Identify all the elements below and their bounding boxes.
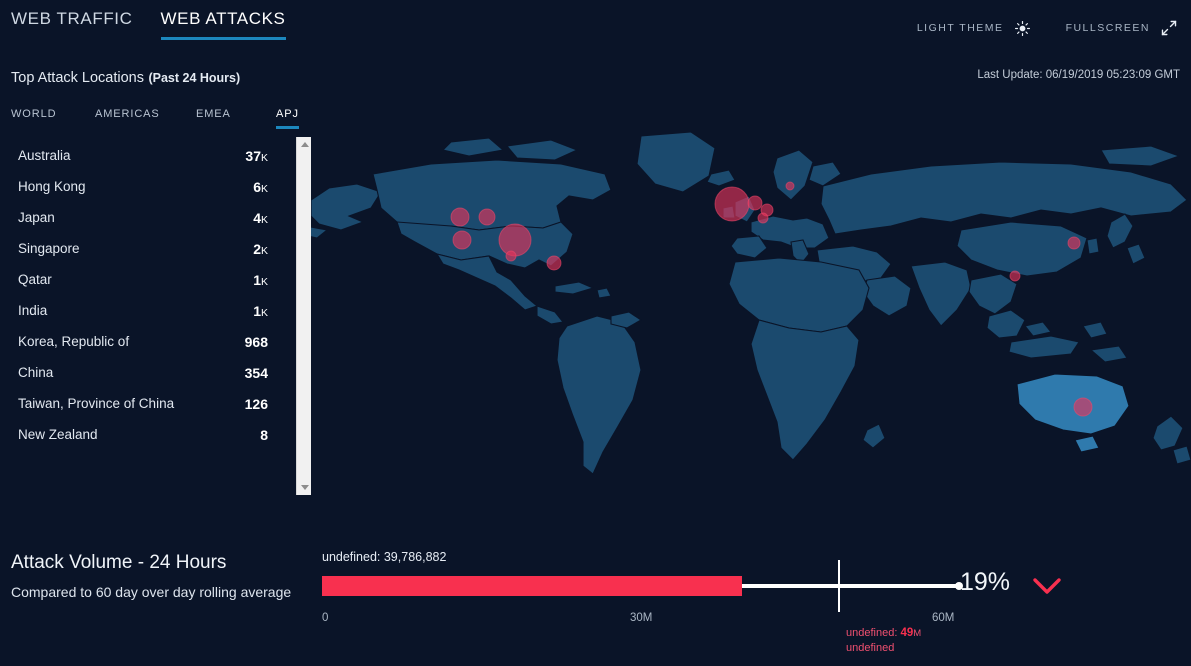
region-tab-bar: WORLD AMERICAS EMEA APJ (0, 108, 300, 134)
location-value: 8 (260, 426, 268, 443)
axis-tick-60m: 60M (932, 612, 955, 624)
fullscreen-label: FULLSCREEN (1065, 22, 1150, 34)
scrollbar-thumb[interactable] (298, 152, 311, 474)
attack-volume-chart: undefined: 39,786,882 0 30M 60M undefine… (320, 548, 1061, 654)
list-item[interactable]: Japan 4K (0, 202, 296, 233)
attack-bubble[interactable] (785, 181, 795, 191)
location-name: Qatar (18, 272, 52, 287)
last-update-text: Last Update: 06/19/2019 05:23:09 GMT (977, 69, 1180, 81)
panel-title-suffix: (Past 24 Hours) (148, 71, 241, 85)
marker-prefix: undefined: (846, 627, 901, 639)
marker-value: 49 (900, 627, 914, 639)
attack-locations-list: Australia 37K Hong Kong 6K Japan 4K Sing… (0, 140, 296, 498)
location-value: 1K (253, 302, 268, 319)
location-name: Hong Kong (18, 179, 86, 194)
list-item[interactable]: India 1K (0, 295, 296, 326)
location-value: 37K (245, 147, 268, 164)
scroll-up-arrow-icon[interactable] (297, 137, 312, 152)
marker-unit: M (913, 628, 922, 639)
region-tab-world[interactable]: WORLD (11, 108, 56, 129)
list-item[interactable]: Singapore 2K (0, 233, 296, 264)
location-name: China (18, 365, 54, 380)
attack-bubble[interactable] (1073, 397, 1093, 417)
header-controls: LIGHT THEME FULLSCREEN (881, 20, 1177, 36)
list-item[interactable]: Qatar 1K (0, 264, 296, 295)
location-value: 2K (253, 240, 268, 257)
main-tab-bar: WEB TRAFFIC WEB ATTACKS (11, 9, 314, 40)
map-svg (311, 130, 1191, 500)
world-attack-map[interactable] (311, 130, 1191, 500)
attack-bubble[interactable] (478, 208, 496, 226)
dashboard-root: WEB TRAFFIC WEB ATTACKS LIGHT THEME FULL… (0, 0, 1191, 666)
location-value: 354 (244, 364, 268, 381)
attack-volume-header: Attack Volume - 24 Hours Compared to 60 … (11, 552, 291, 600)
location-value: 968 (244, 333, 268, 350)
location-name: Singapore (18, 241, 80, 256)
attack-bubble[interactable] (1067, 236, 1081, 250)
axis-tick-0: 0 (322, 612, 329, 624)
attack-bubble[interactable] (498, 223, 532, 257)
location-name: India (18, 303, 48, 318)
app-header: WEB TRAFFIC WEB ATTACKS LIGHT THEME FULL… (0, 0, 1191, 46)
sun-icon (1014, 20, 1030, 36)
attack-bubble[interactable] (450, 207, 470, 227)
tab-web-attacks[interactable]: WEB ATTACKS (160, 9, 286, 40)
attack-bubble[interactable] (714, 186, 750, 222)
list-scrollbar[interactable] (296, 137, 311, 495)
list-item[interactable]: New Zealand 8 (0, 419, 296, 450)
location-value: 6K (253, 178, 268, 195)
location-value: 126 (244, 395, 268, 412)
attack-bubble[interactable] (747, 195, 763, 211)
chevron-down-icon (1032, 576, 1062, 601)
list-item[interactable]: Korea, Republic of 968 (0, 326, 296, 357)
attack-bubble[interactable] (546, 255, 562, 271)
axis-tick-30m: 30M (630, 612, 653, 624)
light-theme-label: LIGHT THEME (916, 22, 1004, 34)
list-item[interactable]: Australia 37K (0, 140, 296, 171)
region-tab-americas[interactable]: AMERICAS (95, 108, 160, 129)
location-value: 1K (253, 271, 268, 288)
list-item[interactable]: China 354 (0, 357, 296, 388)
attack-bubble[interactable] (1009, 270, 1021, 282)
location-name: Korea, Republic of (18, 334, 130, 349)
attack-bubble[interactable] (452, 230, 472, 250)
volume-value-label: undefined: 39,786,882 (322, 550, 447, 564)
volume-reference-marker-line (838, 560, 840, 612)
volume-marker-note: undefined: 49M undefined (846, 626, 921, 656)
location-name: New Zealand (18, 427, 98, 442)
light-theme-toggle[interactable]: LIGHT THEME (916, 20, 1030, 36)
location-name: Australia (18, 148, 71, 163)
scroll-down-arrow-icon[interactable] (297, 480, 312, 495)
volume-bar-fill (322, 576, 742, 596)
attack-volume-title: Attack Volume - 24 Hours (11, 552, 227, 573)
attack-bubble[interactable] (757, 212, 769, 224)
attack-bubble[interactable] (505, 250, 517, 262)
list-item[interactable]: Taiwan, Province of China 126 (0, 388, 296, 419)
tab-web-traffic[interactable]: WEB TRAFFIC (11, 9, 133, 40)
region-tab-apj[interactable]: APJ (276, 108, 299, 129)
location-name: Japan (18, 210, 55, 225)
marker-line2: undefined (846, 642, 895, 654)
attack-volume-subtitle: Compared to 60 day over day rolling aver… (11, 584, 292, 600)
panel-title-text: Top Attack Locations (11, 70, 144, 86)
panel-title: Top Attack Locations (Past 24 Hours) (11, 69, 240, 87)
fullscreen-toggle[interactable]: FULLSCREEN (1066, 20, 1177, 36)
list-item[interactable]: Hong Kong 6K (0, 171, 296, 202)
expand-arrows-icon (1161, 20, 1177, 36)
region-tab-emea[interactable]: EMEA (196, 108, 231, 129)
location-value: 4K (253, 209, 268, 226)
location-name: Taiwan, Province of China (18, 396, 175, 411)
volume-percent-change: 19% (960, 568, 1011, 596)
